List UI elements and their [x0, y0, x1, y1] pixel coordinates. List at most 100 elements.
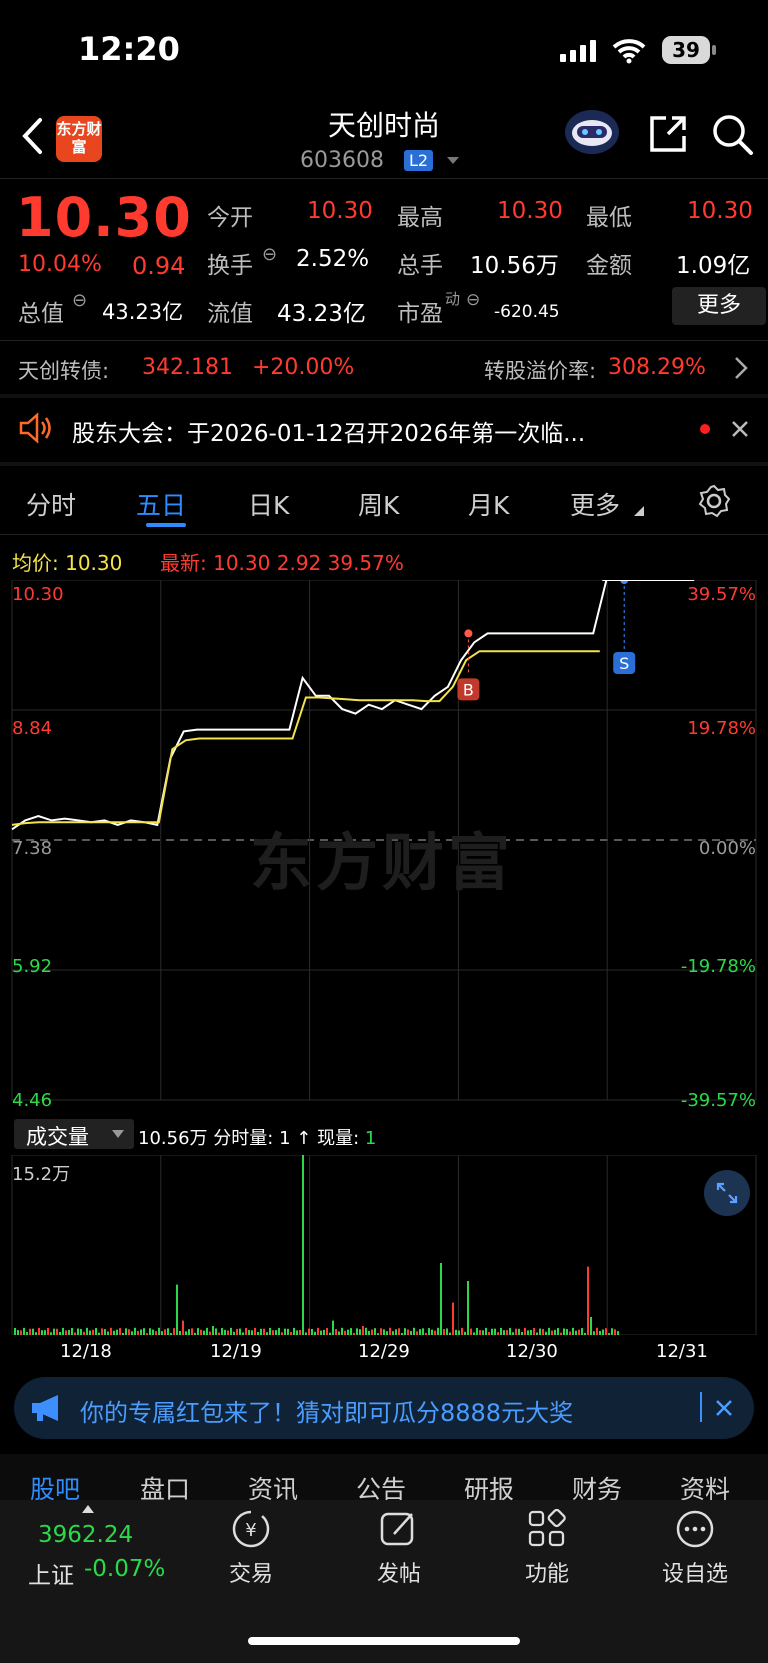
volume-bar	[224, 1329, 226, 1335]
volume-bar	[353, 1332, 355, 1335]
market-cap-label: 总值	[18, 301, 64, 327]
nav-functions-label[interactable]: 功能	[502, 1556, 592, 1588]
volume-bar	[443, 1329, 445, 1335]
volume-bar	[242, 1332, 244, 1335]
unread-dot	[700, 424, 710, 434]
notice-text[interactable]: 股东大会：于2026-01-12召开2026年第一次临...	[72, 414, 585, 448]
volume-bar	[377, 1333, 379, 1335]
more-stats-button[interactable]: 更多	[672, 287, 766, 325]
volume-bar	[548, 1327, 550, 1335]
volume-bar	[338, 1331, 340, 1335]
share-icon[interactable]	[648, 114, 688, 154]
volume-bar	[227, 1330, 229, 1335]
volume-bar	[476, 1327, 478, 1335]
volume-bar	[116, 1329, 118, 1335]
bond-price: 342.181	[142, 355, 233, 380]
volume-bar	[362, 1326, 364, 1335]
volume-bar	[290, 1331, 292, 1335]
info-icon[interactable]: ⊖	[466, 290, 480, 310]
robot-assistant-icon[interactable]	[563, 106, 621, 156]
volume-bar	[419, 1329, 421, 1335]
volume-bar	[167, 1328, 169, 1335]
volume-chart[interactable]	[0, 1155, 768, 1335]
volume-bar	[221, 1328, 223, 1335]
volume-bar	[266, 1332, 268, 1335]
period-volume-label: 分时量:	[213, 1128, 274, 1149]
volume-bar	[281, 1332, 283, 1335]
latest-percent: 39.57%	[327, 551, 404, 575]
volume-bar	[38, 1327, 40, 1335]
volume-bar	[332, 1320, 334, 1335]
index-change: -0.07%	[84, 1556, 166, 1582]
tab-intraday[interactable]: 分时	[26, 486, 76, 522]
volume-bar	[44, 1330, 46, 1335]
tab-five-day[interactable]: 五日	[136, 486, 186, 522]
volume-bar	[584, 1332, 586, 1335]
volume-bar	[296, 1330, 298, 1335]
close-icon[interactable]	[730, 419, 750, 439]
volume-bar	[365, 1327, 367, 1335]
high-label: 最高	[397, 205, 443, 231]
settings-icon[interactable]	[696, 483, 732, 519]
volume-bar	[305, 1332, 307, 1335]
info-icon[interactable]: ⊖	[72, 290, 87, 311]
divider	[700, 1392, 702, 1422]
promo-text[interactable]: 你的专属红包来了！猜对即可瓜分8888元大奖	[80, 1393, 573, 1428]
volume-bar	[308, 1328, 310, 1335]
y-right-tick: 0.00%	[698, 838, 756, 859]
tab-weekly-k[interactable]: 周K	[358, 486, 399, 522]
index-value[interactable]: 3962.24	[38, 1522, 133, 1548]
turnover-value: 2.52%	[296, 246, 370, 272]
volume-bar	[236, 1328, 238, 1335]
tab-more[interactable]: 更多	[570, 486, 620, 522]
volume-bar	[59, 1331, 61, 1335]
nav-watchlist-label[interactable]: 设自选	[650, 1556, 740, 1588]
volume-bar	[593, 1331, 595, 1335]
volume-bar	[41, 1330, 43, 1335]
bond-change: +20.00%	[252, 355, 355, 380]
volume-bar	[467, 1281, 469, 1335]
info-icon[interactable]: ⊖	[262, 244, 277, 265]
volume-bar	[452, 1302, 454, 1335]
last-price: 10.30	[16, 186, 192, 249]
volume-bar	[86, 1327, 88, 1335]
trade-icon[interactable]: ¥	[230, 1508, 272, 1550]
tab-daily-k[interactable]: 日K	[248, 486, 289, 522]
nav-trade-label[interactable]: 交易	[206, 1556, 296, 1588]
volume-bar	[614, 1329, 616, 1335]
volume-bar	[518, 1328, 520, 1335]
volume-bar	[89, 1330, 91, 1335]
bond-premium-value: 308.29%	[608, 355, 706, 380]
volume-bar	[161, 1331, 163, 1335]
buy-marker-dot	[464, 629, 473, 638]
level2-badge[interactable]: L2	[404, 150, 434, 171]
volume-bar	[557, 1328, 559, 1335]
search-icon[interactable]	[712, 114, 754, 156]
chevron-right-icon[interactable]	[734, 356, 748, 380]
volume-selector-label: 成交量	[26, 1125, 89, 1149]
volume-bar	[368, 1330, 370, 1335]
open-value: 10.30	[307, 198, 373, 224]
volume-bar	[524, 1327, 526, 1335]
add-watchlist-icon[interactable]	[674, 1508, 716, 1550]
bond-name[interactable]: 天创转债:	[18, 355, 109, 385]
volume-bar	[53, 1328, 55, 1335]
nav-post-label[interactable]: 发帖	[354, 1556, 444, 1588]
volume-bar	[392, 1331, 394, 1335]
pe-value: -620.45	[494, 302, 560, 322]
volume-bar	[326, 1328, 328, 1335]
volume-bar	[455, 1329, 457, 1335]
volume-bar	[458, 1330, 460, 1335]
functions-icon[interactable]	[526, 1508, 568, 1550]
avg-price-value: 10.30	[65, 551, 123, 575]
chevron-down-icon[interactable]	[446, 156, 460, 166]
close-icon[interactable]	[714, 1398, 734, 1418]
float-cap-value: 43.23亿	[277, 301, 366, 327]
change-amount: 0.94	[132, 252, 186, 280]
tab-monthly-k[interactable]: 月K	[468, 486, 509, 522]
volume-bar	[26, 1332, 28, 1335]
expand-chart-button[interactable]	[704, 1170, 750, 1216]
volume-bar	[71, 1327, 73, 1335]
post-icon[interactable]	[378, 1508, 420, 1550]
volume-bar	[239, 1328, 241, 1335]
